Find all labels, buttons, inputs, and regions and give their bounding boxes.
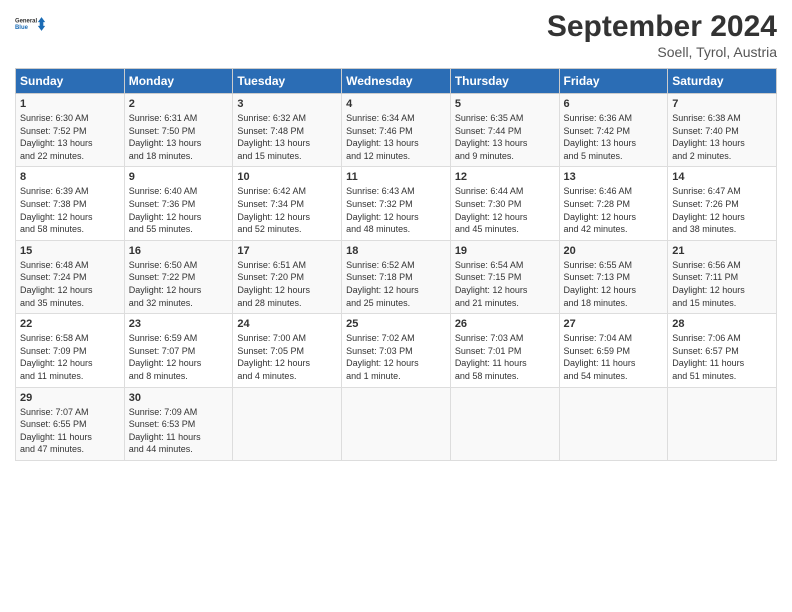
logo: GeneralBlue	[15, 10, 47, 38]
day-4: 4 Sunrise: 6:34 AMSunset: 7:46 PMDayligh…	[342, 94, 451, 167]
day-24: 24 Sunrise: 7:00 AMSunset: 7:05 PMDaylig…	[233, 314, 342, 387]
header-row: Sunday Monday Tuesday Wednesday Thursday…	[16, 69, 777, 94]
col-thursday: Thursday	[450, 69, 559, 94]
day-18: 18 Sunrise: 6:52 AMSunset: 7:18 PMDaylig…	[342, 240, 451, 313]
day-3: 3 Sunrise: 6:32 AMSunset: 7:48 PMDayligh…	[233, 94, 342, 167]
logo-icon: GeneralBlue	[15, 10, 47, 38]
day-27: 27 Sunrise: 7:04 AMSunset: 6:59 PMDaylig…	[559, 314, 668, 387]
day-15: 15 Sunrise: 6:48 AMSunset: 7:24 PMDaylig…	[16, 240, 125, 313]
col-tuesday: Tuesday	[233, 69, 342, 94]
day-14: 14 Sunrise: 6:47 AMSunset: 7:26 PMDaylig…	[668, 167, 777, 240]
day-29: 29 Sunrise: 7:07 AMSunset: 6:55 PMDaylig…	[16, 387, 125, 460]
day-empty-2	[342, 387, 451, 460]
day-8: 8 Sunrise: 6:39 AMSunset: 7:38 PMDayligh…	[16, 167, 125, 240]
week-row-2: 8 Sunrise: 6:39 AMSunset: 7:38 PMDayligh…	[16, 167, 777, 240]
title-block: September 2024 Soell, Tyrol, Austria	[547, 10, 777, 60]
day-30: 30 Sunrise: 7:09 AMSunset: 6:53 PMDaylig…	[124, 387, 233, 460]
header: GeneralBlue September 2024 Soell, Tyrol,…	[15, 10, 777, 60]
week-row-3: 15 Sunrise: 6:48 AMSunset: 7:24 PMDaylig…	[16, 240, 777, 313]
day-21: 21 Sunrise: 6:56 AMSunset: 7:11 PMDaylig…	[668, 240, 777, 313]
week-row-5: 29 Sunrise: 7:07 AMSunset: 6:55 PMDaylig…	[16, 387, 777, 460]
col-sunday: Sunday	[16, 69, 125, 94]
day-1: 1 Sunrise: 6:30 AMSunset: 7:52 PMDayligh…	[16, 94, 125, 167]
day-28: 28 Sunrise: 7:06 AMSunset: 6:57 PMDaylig…	[668, 314, 777, 387]
svg-text:Blue: Blue	[15, 25, 29, 31]
calendar-table: Sunday Monday Tuesday Wednesday Thursday…	[15, 68, 777, 461]
day-19: 19 Sunrise: 6:54 AMSunset: 7:15 PMDaylig…	[450, 240, 559, 313]
day-13: 13 Sunrise: 6:46 AMSunset: 7:28 PMDaylig…	[559, 167, 668, 240]
day-7: 7 Sunrise: 6:38 AMSunset: 7:40 PMDayligh…	[668, 94, 777, 167]
col-friday: Friday	[559, 69, 668, 94]
day-6: 6 Sunrise: 6:36 AMSunset: 7:42 PMDayligh…	[559, 94, 668, 167]
col-monday: Monday	[124, 69, 233, 94]
svg-text:General: General	[15, 19, 37, 25]
location: Soell, Tyrol, Austria	[547, 44, 777, 60]
day-12: 12 Sunrise: 6:44 AMSunset: 7:30 PMDaylig…	[450, 167, 559, 240]
day-26: 26 Sunrise: 7:03 AMSunset: 7:01 PMDaylig…	[450, 314, 559, 387]
day-empty-3	[450, 387, 559, 460]
day-empty-5	[668, 387, 777, 460]
day-17: 17 Sunrise: 6:51 AMSunset: 7:20 PMDaylig…	[233, 240, 342, 313]
day-5: 5 Sunrise: 6:35 AMSunset: 7:44 PMDayligh…	[450, 94, 559, 167]
day-2: 2 Sunrise: 6:31 AMSunset: 7:50 PMDayligh…	[124, 94, 233, 167]
day-23: 23 Sunrise: 6:59 AMSunset: 7:07 PMDaylig…	[124, 314, 233, 387]
day-9: 9 Sunrise: 6:40 AMSunset: 7:36 PMDayligh…	[124, 167, 233, 240]
day-11: 11 Sunrise: 6:43 AMSunset: 7:32 PMDaylig…	[342, 167, 451, 240]
day-empty-4	[559, 387, 668, 460]
month-title: September 2024	[547, 10, 777, 44]
col-saturday: Saturday	[668, 69, 777, 94]
day-10: 10 Sunrise: 6:42 AMSunset: 7:34 PMDaylig…	[233, 167, 342, 240]
day-22: 22 Sunrise: 6:58 AMSunset: 7:09 PMDaylig…	[16, 314, 125, 387]
page: GeneralBlue September 2024 Soell, Tyrol,…	[0, 0, 792, 612]
week-row-1: 1 Sunrise: 6:30 AMSunset: 7:52 PMDayligh…	[16, 94, 777, 167]
day-20: 20 Sunrise: 6:55 AMSunset: 7:13 PMDaylig…	[559, 240, 668, 313]
week-row-4: 22 Sunrise: 6:58 AMSunset: 7:09 PMDaylig…	[16, 314, 777, 387]
day-16: 16 Sunrise: 6:50 AMSunset: 7:22 PMDaylig…	[124, 240, 233, 313]
day-empty-1	[233, 387, 342, 460]
day-25: 25 Sunrise: 7:02 AMSunset: 7:03 PMDaylig…	[342, 314, 451, 387]
col-wednesday: Wednesday	[342, 69, 451, 94]
